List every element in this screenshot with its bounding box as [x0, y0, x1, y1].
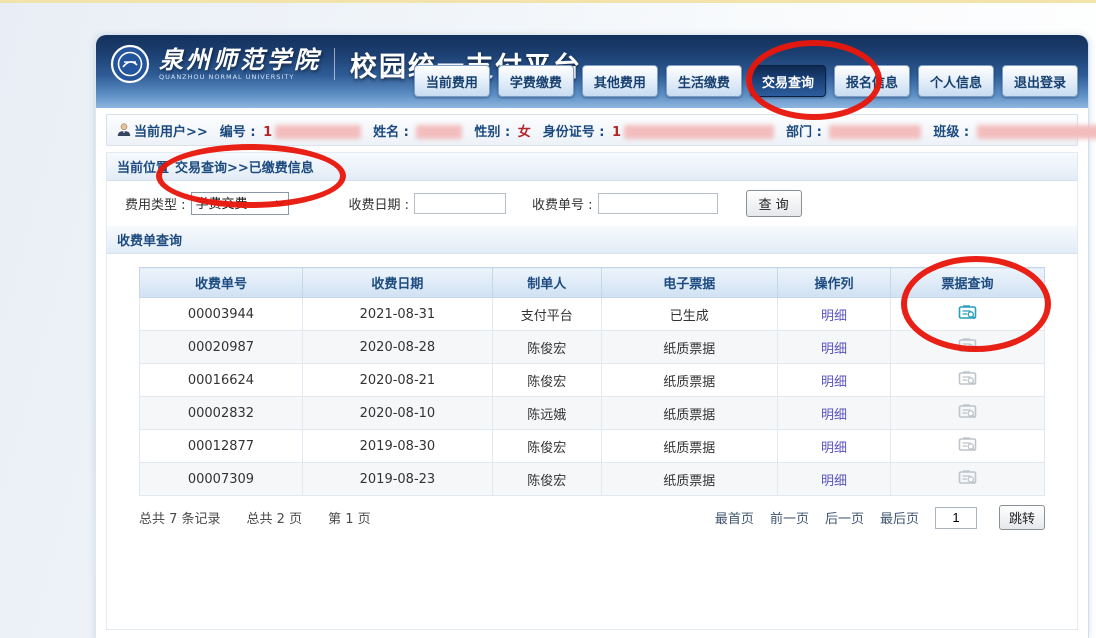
pagination-summary: 总共 7 条记录 总共 2 页 第 1 页 — [139, 508, 371, 527]
tab-logout[interactable]: 退出登录 — [1002, 65, 1078, 97]
col-bill-no: 收费单号 — [140, 268, 303, 298]
jump-button[interactable]: 跳转 — [999, 505, 1045, 530]
redacted-value — [977, 125, 1096, 139]
tab-tuition-payment[interactable]: 学费缴费 — [498, 65, 574, 97]
detail-link[interactable]: 明细 — [821, 309, 847, 324]
user-prefix: 当前用户>> — [134, 121, 208, 140]
current-page: 第 1 页 — [328, 508, 371, 527]
charge-date-label: 收费日期 : — [349, 194, 410, 213]
bill-no-input[interactable] — [598, 193, 718, 214]
search-button[interactable]: 查 询 — [746, 190, 802, 217]
detail-link[interactable]: 明细 — [821, 408, 847, 423]
redacted-value — [275, 125, 361, 139]
tab-personal-info[interactable]: 个人信息 — [918, 65, 994, 97]
col-creator: 制单人 — [492, 268, 601, 298]
page-top-strip — [0, 0, 1096, 3]
redacted-value — [416, 125, 462, 139]
ticket-view-icon-disabled — [958, 436, 978, 452]
content-box: 当前位置 交易查询>>已缴费信息 费用类型 : 学费交费 收费日期 : 收费单号… — [106, 152, 1078, 630]
tab-other-fees[interactable]: 其他费用 — [582, 65, 658, 97]
page-number-input[interactable] — [935, 507, 977, 529]
col-ticket-query: 票据查询 — [891, 268, 1045, 298]
next-page-link[interactable]: 后一页 — [825, 508, 864, 527]
user-field-department: 部门 : — [786, 121, 921, 140]
table-header-row: 收费单号 收费日期 制单人 电子票据 操作列 票据查询 — [140, 268, 1045, 298]
title-separator — [334, 48, 335, 80]
university-logo-icon — [110, 44, 150, 84]
col-date: 收费日期 — [302, 268, 492, 298]
table-row: 00016624 2020-08-21 陈俊宏 纸质票据 明细 — [140, 364, 1045, 397]
ticket-view-icon-disabled — [958, 370, 978, 386]
user-field-id: 编号 : 1 — [220, 121, 361, 140]
tab-registration-info[interactable]: 报名信息 — [834, 65, 910, 97]
detail-link[interactable]: 明细 — [821, 441, 847, 456]
pagination-bar: 总共 7 条记录 总共 2 页 第 1 页 最首页 前一页 后一页 最后页 跳转 — [139, 505, 1045, 530]
breadcrumb-label: 当前位置 — [117, 157, 169, 176]
tab-transaction-query[interactable]: 交易查询 — [750, 65, 826, 97]
pagination-controls: 最首页 前一页 后一页 最后页 跳转 — [715, 505, 1045, 530]
user-field-idcard: 身份证号 : 1 — [543, 121, 774, 140]
main-panel: 泉州师范学院 QUANZHOU NORMAL UNIVERSITY 校园统一支付… — [95, 35, 1089, 638]
university-name-en: QUANZHOU NORMAL UNIVERSITY — [159, 74, 321, 81]
prev-page-link[interactable]: 前一页 — [770, 508, 809, 527]
user-field-gender: 性别 : 女 — [474, 121, 530, 140]
detail-link[interactable]: 明细 — [821, 342, 847, 357]
ticket-view-icon[interactable] — [958, 304, 978, 320]
section-header: 收费单查询 — [107, 226, 1077, 254]
user-info-bar: 当前用户>> 编号 : 1 姓名 : 性别 : 女 身份证号 : 1 部门 : … — [106, 114, 1078, 146]
bill-no-label: 收费单号 : — [532, 194, 593, 213]
table-row: 00012877 2019-08-30 陈俊宏 纸质票据 明细 — [140, 430, 1045, 463]
breadcrumb: 当前位置 交易查询>>已缴费信息 — [107, 153, 1077, 181]
university-name: 泉州师范学院 — [159, 48, 321, 72]
ticket-view-icon-disabled — [958, 337, 978, 353]
total-pages: 总共 2 页 — [247, 508, 303, 527]
filter-row: 费用类型 : 学费交费 收费日期 : 收费单号 : 查 询 — [107, 181, 1077, 226]
detail-link[interactable]: 明细 — [821, 375, 847, 390]
section-title: 收费单查询 — [117, 230, 182, 249]
first-page-link[interactable]: 最首页 — [715, 508, 754, 527]
redacted-value — [829, 125, 921, 139]
redacted-value — [624, 125, 774, 139]
table-row: 00002832 2020-08-10 陈远娥 纸质票据 明细 — [140, 397, 1045, 430]
table-row: 00020987 2020-08-28 陈俊宏 纸质票据 明细 — [140, 331, 1045, 364]
fee-type-label: 费用类型 : — [125, 194, 186, 213]
col-einvoice: 电子票据 — [601, 268, 777, 298]
tab-current-fees[interactable]: 当前费用 — [414, 65, 490, 97]
fee-type-select[interactable]: 学费交费 — [191, 192, 289, 215]
nav-tabs: 当前费用 学费缴费 其他费用 生活缴费 交易查询 报名信息 个人信息 退出登录 — [414, 65, 1078, 97]
ticket-view-icon-disabled — [958, 469, 978, 485]
receipt-table: 收费单号 收费日期 制单人 电子票据 操作列 票据查询 00003944 202… — [139, 267, 1045, 496]
user-avatar-icon — [116, 122, 132, 138]
last-page-link[interactable]: 最后页 — [880, 508, 919, 527]
user-field-name: 姓名 : — [373, 121, 462, 140]
col-actions: 操作列 — [778, 268, 891, 298]
user-field-class: 班级 : ) — [933, 121, 1096, 140]
ticket-view-icon-disabled — [958, 403, 978, 419]
table-row: 00003944 2021-08-31 支付平台 已生成 明细 — [140, 298, 1045, 331]
detail-link[interactable]: 明细 — [821, 474, 847, 489]
table-row: 00007309 2019-08-23 陈俊宏 纸质票据 明细 — [140, 463, 1045, 496]
app-header: 泉州师范学院 QUANZHOU NORMAL UNIVERSITY 校园统一支付… — [96, 35, 1088, 108]
tab-living-payment[interactable]: 生活缴费 — [666, 65, 742, 97]
total-records: 总共 7 条记录 — [139, 508, 221, 527]
charge-date-input[interactable] — [414, 193, 506, 214]
breadcrumb-path[interactable]: 交易查询>>已缴费信息 — [175, 157, 314, 176]
university-name-block: 泉州师范学院 QUANZHOU NORMAL UNIVERSITY — [159, 48, 321, 81]
